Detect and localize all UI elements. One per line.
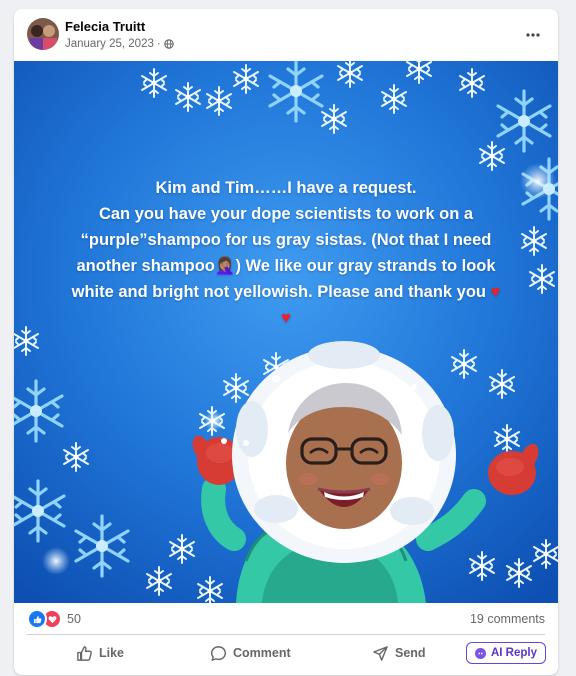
reaction-count: 50 [67, 612, 81, 626]
text-line-4b: ) We like our gray strands to look [235, 257, 496, 275]
ai-sparkle-icon [474, 647, 486, 659]
reactions-summary[interactable]: 50 [27, 609, 81, 629]
heart-emoji-2: ♥ [281, 309, 291, 327]
post-text: Kim and Tim……I have a request. Can you h… [34, 175, 538, 331]
post-stats: 50 19 comments [14, 605, 558, 631]
like-label: Like [99, 646, 125, 660]
action-bar: Like Comment Send AI Reply [14, 639, 558, 667]
more-icon [526, 24, 540, 42]
send-label: Send [395, 646, 426, 660]
facepalm-emoji: 🤦🏽‍♀️ [214, 257, 236, 275]
divider [27, 634, 545, 635]
text-line-3: “purple”shampoo for us gray sistas. (Not… [80, 231, 492, 249]
text-line-2: Can you have your dope scientists to wor… [98, 205, 474, 223]
text-line-1: Kim and Tim……I have a request. [155, 179, 417, 197]
send-button[interactable]: Send [372, 639, 426, 667]
author-name[interactable]: Felecia Truitt [65, 19, 145, 34]
winter-background-illustration [14, 61, 558, 603]
comment-icon [210, 645, 227, 662]
meta-separator: · [156, 38, 161, 50]
author-avatar[interactable] [27, 18, 59, 50]
post-media[interactable]: Kim and Tim……I have a request. Can you h… [14, 61, 558, 603]
post-card: Felecia Truitt January 25, 2023 · Kim an… [14, 9, 558, 675]
globe-icon [163, 39, 174, 49]
post-header: Felecia Truitt January 25, 2023 · [14, 9, 558, 61]
thumbs-up-icon [76, 645, 93, 662]
post-meta: January 25, 2023 · [65, 38, 174, 50]
heart-emoji: ♥ [490, 283, 501, 301]
send-icon [372, 645, 389, 662]
like-button[interactable]: Like [76, 639, 124, 667]
ai-reply-button[interactable]: AI Reply [465, 642, 546, 664]
like-icon [27, 609, 47, 629]
text-line-5: white and bright not yellowish. Please a… [71, 283, 491, 301]
comment-button[interactable]: Comment [210, 639, 291, 667]
post-date[interactable]: January 25, 2023 [65, 38, 154, 50]
text-line-4a: another shampoo [76, 257, 215, 275]
more-options-button[interactable] [522, 25, 544, 41]
comment-label: Comment [233, 646, 291, 660]
ai-reply-label: AI Reply [490, 647, 537, 659]
comments-count[interactable]: 19 comments [470, 612, 545, 626]
